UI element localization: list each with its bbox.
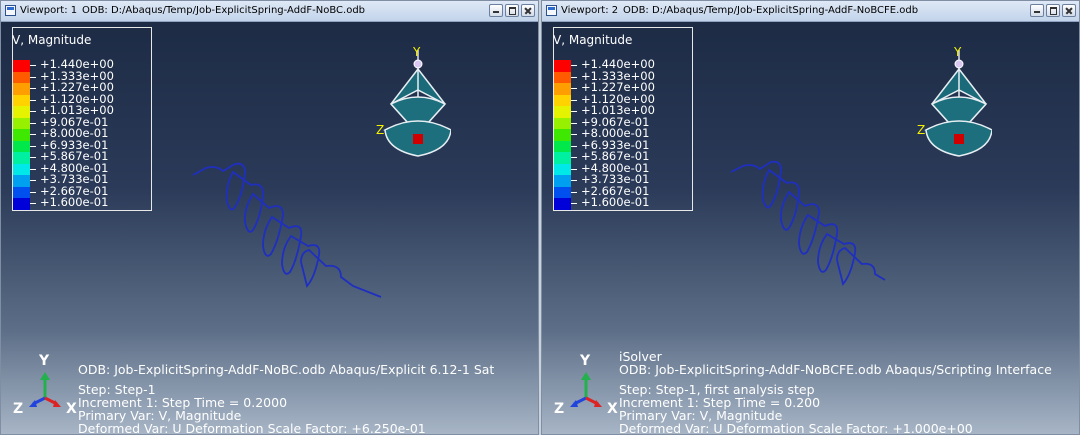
global-axes-triad: Y Z X: [554, 353, 618, 417]
minimize-button[interactable]: [489, 4, 503, 17]
maximize-button[interactable]: [505, 4, 519, 17]
global-axes-triad: Y Z X: [13, 353, 77, 417]
viewport-odb-path: ODB: D:/Abaqus/Temp/Job-ExplicitSpring-A…: [623, 5, 919, 16]
close-button[interactable]: [521, 4, 535, 17]
viewport-titlebar[interactable]: Viewport: 2 ODB: D:/Abaqus/Temp/Job-Expl…: [542, 1, 1079, 22]
viewport-icon: [546, 5, 557, 16]
deformed-var-line: Deformed Var: U Deformation Scale Factor…: [619, 421, 973, 434]
viewport-canvas[interactable]: V, Magnitude +1.440e+00 +1.333e+00 +1.227e…: [542, 22, 1079, 434]
viewport-icon: [5, 5, 16, 16]
viewport-titlebar[interactable]: Viewport: 1 ODB: D:/Abaqus/Temp/Job-Expl…: [1, 1, 538, 22]
viewport-odb-path: ODB: D:/Abaqus/Temp/Job-ExplicitSpring-A…: [82, 5, 366, 16]
maximize-button[interactable]: [1046, 4, 1060, 17]
deformed-var-line: Deformed Var: U Deformation Scale Factor…: [78, 421, 426, 434]
axis-x-label: X: [607, 401, 618, 417]
viewport-canvas[interactable]: V, Magnitude +1.440e+00 +1.333e+00 +1.227e…: [1, 22, 538, 434]
odb-info-line: ODB: Job-ExplicitSpring-AddF-NoBCFE.odb …: [619, 362, 1052, 377]
viewport-1[interactable]: Viewport: 1 ODB: D:/Abaqus/Temp/Job-Expl…: [0, 0, 539, 435]
viewport-2[interactable]: Viewport: 2 ODB: D:/Abaqus/Temp/Job-Expl…: [541, 0, 1080, 435]
axis-y-label: Y: [579, 353, 591, 369]
axis-y-label: Y: [38, 353, 50, 369]
minimize-button[interactable]: [1030, 4, 1044, 17]
close-button[interactable]: [1062, 4, 1076, 17]
axis-z-label: Z: [13, 401, 23, 417]
viewport-title: Viewport: 2: [561, 5, 619, 16]
axis-x-label: X: [66, 401, 77, 417]
odb-info-line: ODB: Job-ExplicitSpring-AddF-NoBC.odb Ab…: [78, 362, 495, 377]
viewport-title: Viewport: 1: [20, 5, 78, 16]
axis-z-label: Z: [554, 401, 564, 417]
